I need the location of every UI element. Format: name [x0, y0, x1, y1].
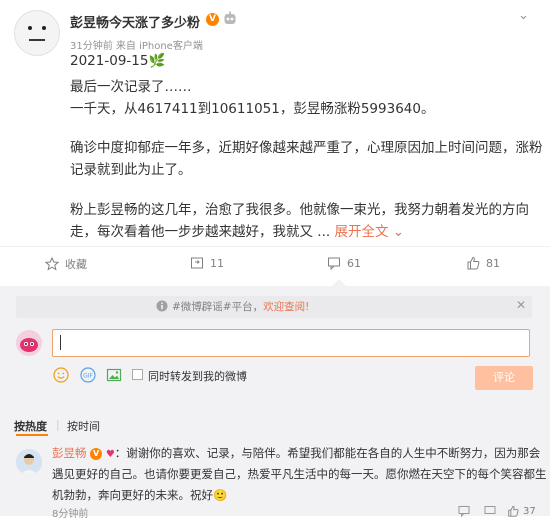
comment-like-button[interactable]: 37	[507, 505, 536, 517]
comment-text: 遇见更好的自己。也请你要更爱自己，热爱平凡生活中的每一天。愿你燃在天空下的每个笑…	[52, 467, 547, 481]
image-icon[interactable]	[106, 367, 122, 383]
info-icon	[156, 300, 168, 312]
rumor-banner-text: #微博辟谣#平台，欢迎查阅!	[172, 299, 309, 314]
star-icon	[45, 257, 59, 271]
reply-icon[interactable]	[484, 505, 496, 517]
tab-sort-by-time[interactable]: 按时间	[67, 418, 100, 434]
comment-count: 61	[347, 256, 361, 270]
post-line: 确诊中度抑郁症一年多，近期好像越来越严重了，心理原因加上时间问题，涨粉	[70, 140, 543, 156]
verified-badge: V	[90, 447, 103, 460]
comment-panel-pointer	[332, 279, 346, 286]
repost-icon	[191, 257, 203, 269]
text-cursor	[60, 335, 61, 350]
comment-time: 8分钟前	[52, 509, 89, 520]
chevron-down-icon: ⌄	[392, 224, 405, 240]
chevron-down-icon[interactable]: ⌄	[518, 8, 529, 23]
favorite-button[interactable]: 收藏	[45, 256, 87, 272]
rumor-link[interactable]: 欢迎查阅!	[263, 301, 309, 313]
post-meta: 31分钟前 来自 iPhone客户端	[70, 41, 203, 52]
comment-text: 机勃勃，奔向更好的未来。祝好🙂	[52, 488, 228, 502]
forward-label: 同时转发到我的微博	[148, 370, 247, 383]
post-line: 粉上彭昱畅的这几年，治愈了我很多。他就像一束光，我努力朝着发光的方向	[70, 202, 529, 218]
commenter-avatar[interactable]	[16, 449, 42, 475]
post-date-line: 2021-09-15🌿	[70, 53, 166, 69]
thumbs-up-icon	[508, 505, 519, 517]
svg-text:GIF: GIF	[83, 373, 93, 380]
expand-label: 展开全文	[334, 224, 389, 240]
author-avatar[interactable]	[14, 10, 60, 56]
expand-full-text-link[interactable]: 展开全文 ⌄	[334, 224, 404, 240]
rumor-text: #微博辟谣#平台，	[172, 301, 264, 313]
reply-icon[interactable]	[458, 505, 470, 517]
close-icon[interactable]: ✕	[516, 298, 526, 312]
my-avatar[interactable]	[16, 330, 42, 356]
comment-input[interactable]	[52, 329, 530, 357]
comment-icon	[328, 257, 340, 270]
weibo-mascot-icon	[16, 330, 42, 356]
author-name[interactable]: 彭昱畅今天涨了多少粉	[70, 12, 200, 31]
neutral-face-icon	[28, 26, 46, 41]
comment-line: 彭昱畅 V ♥：谢谢你的喜欢、记录，与陪伴。希望我们都能在各自的人生中不断努力，…	[52, 445, 540, 461]
post-line: 记录就到此为止了。	[70, 162, 192, 178]
submit-comment-button[interactable]: 评论	[475, 366, 533, 390]
repost-button[interactable]: 11	[190, 256, 224, 270]
favorite-label: 收藏	[65, 258, 87, 271]
comment-button[interactable]: 61	[327, 256, 361, 270]
fan-badge-icon: ♥	[105, 449, 115, 460]
gif-icon[interactable]: GIF	[80, 367, 96, 383]
like-count: 81	[486, 256, 500, 270]
person-photo-icon	[16, 449, 42, 475]
commenter-name[interactable]: 彭昱畅	[52, 446, 87, 460]
post-line: 一千天，从4617411到10611051，彭昱畅涨粉5993640。	[70, 101, 435, 117]
thumbs-up-icon	[467, 256, 480, 270]
comment-text: ：谢谢你的喜欢、记录，与陪伴。希望我们都能在各自的人生中不断努力，因为那会	[114, 446, 541, 460]
post-line: 走，每次看着他一步步越来越好，我就又 ...	[70, 224, 331, 240]
post-line: 最后一次记录了……	[70, 79, 192, 95]
emoji-icon[interactable]	[53, 367, 69, 383]
verified-badge: V	[206, 13, 219, 26]
forward-checkbox[interactable]	[132, 369, 143, 380]
post-line-truncated: 走，每次看着他一步步越来越好，我就又 ... 展开全文 ⌄	[70, 220, 404, 240]
comment-like-count: 37	[523, 505, 536, 517]
robot-icon	[224, 11, 236, 24]
sort-divider: |	[56, 418, 60, 431]
active-tab-indicator	[16, 434, 48, 436]
like-button[interactable]: 81	[466, 256, 500, 270]
tab-sort-by-hot[interactable]: 按热度	[14, 418, 47, 434]
repost-count: 11	[210, 256, 224, 270]
